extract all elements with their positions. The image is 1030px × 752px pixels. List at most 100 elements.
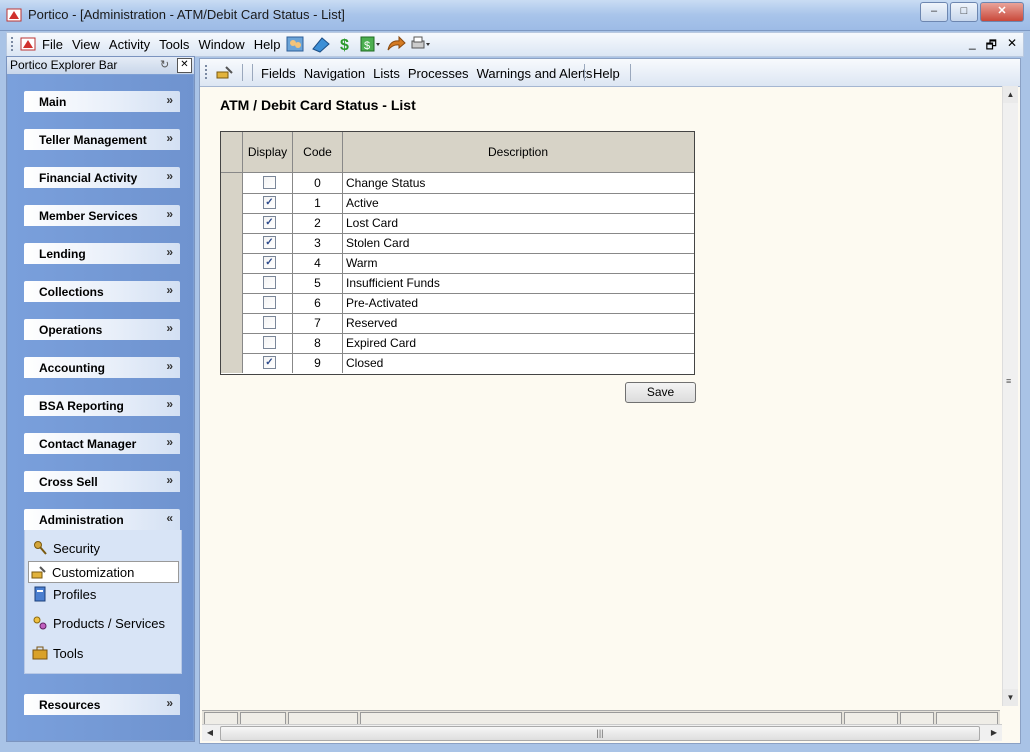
forward-arrow-icon[interactable] (385, 35, 407, 53)
admin-item-label: Products / Services (53, 616, 165, 631)
mdi-close-button[interactable]: ✕ (1007, 36, 1017, 57)
group-bsa-reporting[interactable]: BSA Reporting » (24, 395, 180, 416)
menu-navigation[interactable]: Navigation (304, 66, 365, 81)
toolbox-icon (32, 646, 48, 660)
display-cell: ✓ (243, 193, 293, 213)
row-selector[interactable] (221, 213, 243, 233)
menu-activity[interactable]: Activity (109, 37, 150, 52)
scroll-grip-icon[interactable]: ≡ (1006, 376, 1011, 386)
menu-warnings-alerts[interactable]: Warnings and Alerts (477, 66, 593, 81)
display-checkbox[interactable] (263, 296, 276, 309)
profiles-icon (34, 586, 46, 602)
group-label: Resources (39, 698, 101, 712)
row-selector[interactable] (221, 293, 243, 313)
scroll-up-icon[interactable]: ▲ (1003, 86, 1018, 103)
display-checkbox[interactable]: ✓ (263, 196, 276, 209)
group-collections[interactable]: Collections » (24, 281, 180, 302)
row-selector[interactable] (221, 273, 243, 293)
table-row[interactable]: 0 Change Status (221, 173, 694, 194)
collapse-chevron-icon: « (166, 511, 173, 525)
group-label: Collections (39, 285, 104, 299)
table-row[interactable]: ✓ 4 Warm (221, 253, 694, 274)
admin-item-profiles[interactable]: Profiles (30, 584, 178, 604)
group-cross-sell[interactable]: Cross Sell » (24, 471, 180, 492)
column-header-description[interactable]: Description (343, 132, 693, 172)
administration-items: Security Customization Profiles Products… (24, 530, 182, 674)
group-administration[interactable]: Administration « (24, 509, 180, 530)
display-checkbox[interactable] (263, 276, 276, 289)
explorer-title: Portico Explorer Bar (10, 58, 118, 72)
menu-help[interactable]: Help (254, 37, 281, 52)
print-dropdown-icon[interactable] (410, 35, 432, 53)
admin-item-security[interactable]: Security (30, 538, 178, 558)
minimize-button[interactable]: – (920, 2, 948, 22)
save-button[interactable]: Save (625, 382, 696, 403)
admin-item-tools[interactable]: Tools (30, 643, 178, 663)
column-header-code[interactable]: Code (293, 132, 343, 172)
group-resources[interactable]: Resources » (24, 694, 180, 715)
toolbar-grip[interactable] (11, 37, 16, 51)
portico-app-icon[interactable] (20, 36, 36, 52)
horizontal-scroll-thumb[interactable]: ||| (220, 726, 980, 741)
explorer-close-button[interactable]: ✕ (177, 58, 192, 73)
table-row[interactable]: 8 Expired Card (221, 333, 694, 354)
display-checkbox[interactable] (263, 176, 276, 189)
menu-tools[interactable]: Tools (159, 37, 189, 52)
dollar-icon[interactable]: $ (335, 35, 357, 53)
group-teller-management[interactable]: Teller Management » (24, 129, 180, 150)
scroll-left-icon[interactable]: ◀ (202, 725, 218, 741)
customization-tools-icon[interactable] (216, 64, 234, 80)
row-selector[interactable] (221, 253, 243, 273)
group-operations[interactable]: Operations » (24, 319, 180, 340)
table-row[interactable]: 5 Insufficient Funds (221, 273, 694, 294)
menu-file[interactable]: File (42, 37, 63, 52)
column-header-display[interactable]: Display (243, 132, 293, 172)
horizontal-scrollbar[interactable]: ◀ ||| ▶ (202, 724, 1002, 741)
menu-fields[interactable]: Fields (261, 66, 296, 81)
table-row[interactable]: 6 Pre-Activated (221, 293, 694, 314)
row-selector[interactable] (221, 313, 243, 333)
table-row[interactable]: ✓ 1 Active (221, 193, 694, 214)
display-checkbox[interactable]: ✓ (263, 236, 276, 249)
teller-icon[interactable] (310, 35, 332, 53)
display-checkbox[interactable] (263, 336, 276, 349)
table-row[interactable]: 7 Reserved (221, 313, 694, 334)
display-checkbox[interactable]: ✓ (263, 256, 276, 269)
row-selector[interactable] (221, 193, 243, 213)
toolbar-grip[interactable] (205, 65, 207, 79)
admin-item-products-services[interactable]: Products / Services (30, 613, 178, 633)
menu-help[interactable]: Help (593, 66, 620, 81)
group-accounting[interactable]: Accounting » (24, 357, 180, 378)
scroll-right-icon[interactable]: ▶ (986, 725, 1002, 741)
mdi-minimize-button[interactable]: _ (969, 36, 976, 57)
menu-view[interactable]: View (72, 37, 100, 52)
members-icon[interactable] (285, 35, 307, 53)
table-row[interactable]: ✓ 3 Stolen Card (221, 233, 694, 254)
group-contact-manager[interactable]: Contact Manager » (24, 433, 180, 454)
group-main[interactable]: Main » (24, 91, 180, 112)
close-button[interactable]: ✕ (980, 2, 1024, 22)
group-financial-activity[interactable]: Financial Activity » (24, 167, 180, 188)
row-selector[interactable] (221, 233, 243, 253)
display-checkbox[interactable]: ✓ (263, 216, 276, 229)
menu-processes[interactable]: Processes (408, 66, 469, 81)
table-row[interactable]: ✓ 2 Lost Card (221, 213, 694, 234)
scroll-down-icon[interactable]: ▼ (1003, 689, 1018, 706)
cash-dropdown-icon[interactable]: $ (360, 35, 382, 53)
pin-icon[interactable]: ↻ (160, 58, 169, 71)
row-selector[interactable] (221, 173, 243, 193)
vertical-scrollbar[interactable]: ▲ ≡ ▼ (1002, 86, 1018, 706)
admin-item-customization[interactable]: Customization (28, 561, 179, 583)
row-selector[interactable] (221, 353, 243, 373)
portico-logo-icon (6, 8, 22, 22)
table-row[interactable]: ✓ 9 Closed (221, 353, 694, 373)
row-selector[interactable] (221, 333, 243, 353)
display-checkbox[interactable]: ✓ (263, 356, 276, 369)
maximize-button[interactable]: □ (950, 2, 978, 22)
display-checkbox[interactable] (263, 316, 276, 329)
menu-lists[interactable]: Lists (373, 66, 400, 81)
mdi-restore-button[interactable]: 🗗 (986, 36, 997, 57)
group-member-services[interactable]: Member Services » (24, 205, 180, 226)
group-lending[interactable]: Lending » (24, 243, 180, 264)
menu-window[interactable]: Window (198, 37, 244, 52)
